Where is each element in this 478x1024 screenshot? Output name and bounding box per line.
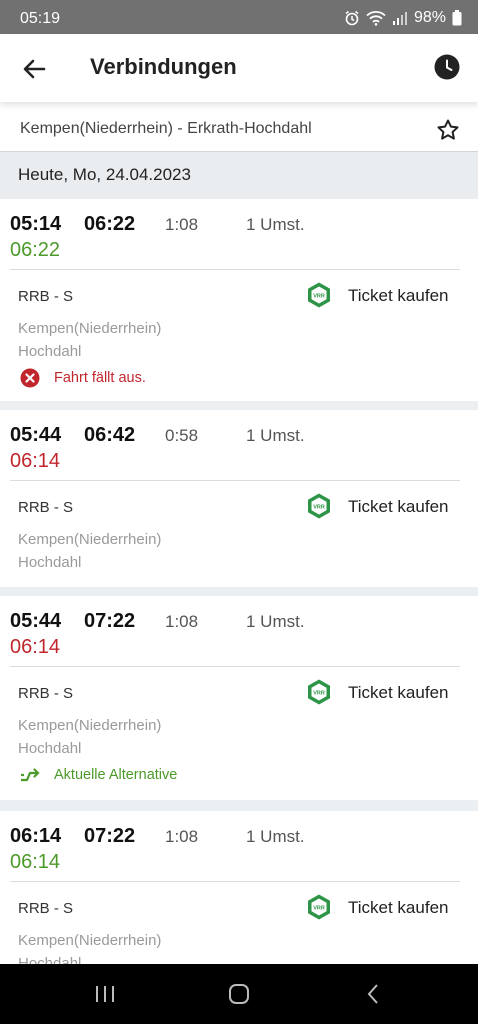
svg-text:VRR: VRR: [313, 690, 325, 696]
vrr-logo-icon: VRR: [308, 679, 330, 705]
arrival-time: 06:22: [84, 213, 136, 235]
departure-time: 05:44: [10, 610, 62, 632]
app-bar: Verbindungen: [0, 34, 478, 102]
departure-time: 05:44: [10, 424, 62, 446]
svg-text:VRR: VRR: [313, 905, 325, 911]
home-icon[interactable]: [226, 982, 252, 1006]
connection-card[interactable]: 05:44 06:42 0:58 1 Umst. 06:14 RRB - S V…: [0, 410, 478, 587]
star-outline-icon[interactable]: [436, 118, 460, 142]
ticket-kaufen-button[interactable]: Ticket kaufen: [348, 683, 448, 703]
divider: [10, 881, 460, 882]
clock-icon[interactable]: [434, 54, 460, 80]
cancelled-notice: Fahrt fällt aus.: [20, 368, 146, 388]
vrr-logo-icon: VRR: [308, 894, 330, 920]
recent-apps-icon[interactable]: [92, 982, 118, 1006]
alarm-icon: [345, 10, 359, 26]
wifi-icon: [366, 11, 386, 26]
status-icons: 98%: [344, 9, 462, 27]
changes: 1 Umst.: [246, 827, 305, 846]
departure-time: 05:14: [10, 213, 62, 235]
divider: [10, 269, 460, 270]
arrival-time: 07:22: [84, 825, 136, 847]
arrow-left-icon[interactable]: [18, 54, 52, 84]
divider: [10, 666, 460, 667]
departure-time: 06:14: [10, 825, 62, 847]
system-nav-bar: [0, 964, 478, 1024]
product-label: RRB - S: [18, 685, 74, 702]
ticket-kaufen-button[interactable]: Ticket kaufen: [348, 286, 448, 306]
changes: 1 Umst.: [246, 426, 305, 445]
product-label: RRB - S: [18, 499, 74, 516]
status-bar: 05:19 98%: [0, 0, 478, 34]
ticket-kaufen-button[interactable]: Ticket kaufen: [348, 497, 448, 517]
status-time: 05:19: [20, 10, 61, 27]
alternative-notice[interactable]: Aktuelle Alternative: [20, 765, 177, 785]
battery-icon: [452, 10, 462, 26]
cancelled-text: Fahrt fällt aus.: [54, 370, 146, 386]
changes: 1 Umst.: [246, 215, 305, 234]
product-label: RRB - S: [18, 288, 74, 305]
actual-departure-time: 06:14: [10, 851, 61, 873]
changes: 1 Umst.: [246, 612, 305, 631]
page-title: Verbindungen: [90, 54, 237, 79]
alternative-text: Aktuelle Alternative: [54, 767, 178, 783]
vrr-logo-icon: VRR: [308, 282, 330, 308]
battery-percent: 98%: [413, 9, 446, 26]
from-stop: Kempen(Niederrhein): [18, 717, 162, 734]
actual-departure-time: 06:14: [10, 636, 61, 658]
duration: 0:58: [165, 426, 199, 445]
to-stop: Hochdahl: [18, 554, 82, 571]
duration: 1:08: [165, 612, 199, 631]
duration: 1:08: [165, 827, 199, 846]
svg-text:VRR: VRR: [313, 293, 325, 299]
route-header: Kempen(Niederrhein) - Erkrath-Hochdahl: [0, 102, 478, 152]
date-header: Heute, Mo, 24.04.2023: [0, 152, 478, 199]
vrr-logo-icon: VRR: [308, 493, 330, 519]
arrival-time: 07:22: [84, 610, 136, 632]
actual-departure-time: 06:22: [10, 239, 61, 261]
from-stop: Kempen(Niederrhein): [18, 932, 162, 949]
arrival-time: 06:42: [84, 424, 136, 446]
connection-card[interactable]: 06:14 07:22 1:08 1 Umst. 06:14 RRB - S V…: [0, 811, 478, 964]
duration: 1:08: [165, 215, 199, 234]
from-stop: Kempen(Niederrhein): [18, 320, 162, 337]
svg-text:VRR: VRR: [313, 504, 325, 510]
connection-card[interactable]: 05:14 06:22 1:08 1 Umst. 06:22 RRB - S V…: [0, 199, 478, 401]
signal-icon: [392, 12, 407, 25]
divider: [10, 480, 460, 481]
back-icon[interactable]: [360, 982, 386, 1006]
route-text: Kempen(Niederrhein) - Erkrath-Hochdahl: [20, 120, 312, 137]
to-stop: Hochdahl: [18, 955, 82, 964]
ticket-kaufen-button[interactable]: Ticket kaufen: [348, 898, 448, 918]
date-text: Heute, Mo, 24.04.2023: [18, 165, 191, 184]
from-stop: Kempen(Niederrhein): [18, 531, 162, 548]
cancel-circle-icon: [20, 368, 40, 388]
route-alternative-icon: [21, 768, 40, 782]
connection-card[interactable]: 05:44 07:22 1:08 1 Umst. 06:14 RRB - S V…: [0, 596, 478, 800]
to-stop: Hochdahl: [18, 740, 82, 757]
product-label: RRB - S: [18, 900, 74, 917]
actual-departure-time: 06:14: [10, 450, 61, 472]
connection-list[interactable]: 05:14 06:22 1:08 1 Umst. 06:22 RRB - S V…: [0, 199, 478, 964]
to-stop: Hochdahl: [18, 343, 82, 360]
